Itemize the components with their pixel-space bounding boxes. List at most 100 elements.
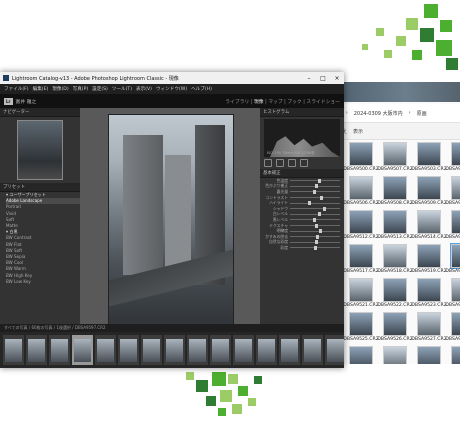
slider-knob[interactable]: [320, 195, 323, 200]
slider-track[interactable]: [290, 245, 340, 250]
menu-help[interactable]: ヘルプ(H): [191, 86, 212, 92]
close-icon[interactable]: ×: [330, 75, 344, 82]
slider-knob[interactable]: [317, 212, 321, 217]
file-item[interactable]: DBSA9512.CR2: [343, 210, 379, 242]
slider-knob[interactable]: [315, 184, 318, 189]
file-item[interactable]: DBSA9521.CR2: [343, 278, 379, 310]
maximize-icon[interactable]: □: [316, 75, 330, 82]
slider-track[interactable]: [290, 178, 340, 183]
slider-track[interactable]: [290, 189, 340, 194]
filmstrip-thumbnail[interactable]: [233, 335, 254, 365]
filmstrip-thumbnail[interactable]: [256, 335, 277, 365]
path-segment[interactable]: 2024-0309 大阪市内: [354, 110, 403, 117]
file-item[interactable]: DBSA9603.CR2: [345, 346, 377, 364]
filmstrip-thumbnail[interactable]: [325, 335, 344, 365]
file-item[interactable]: DBSA9514.CR2: [411, 210, 447, 242]
file-item[interactable]: DBSA9625.CR2: [447, 346, 460, 364]
slider-track[interactable]: [290, 184, 340, 189]
module-slideshow[interactable]: スライドショー: [306, 100, 340, 105]
menu-view[interactable]: 表示(V): [136, 86, 152, 92]
image-view[interactable]: [80, 108, 260, 352]
slider-knob[interactable]: [315, 223, 318, 228]
file-item[interactable]: DBSA9527.CR2: [411, 312, 447, 344]
file-item[interactable]: DBSA9520.CR2: [445, 243, 460, 276]
filmstrip-thumbnail[interactable]: [302, 335, 323, 365]
file-item[interactable]: DBSA9518.CR2: [377, 244, 413, 276]
file-item[interactable]: DBSA9528.CR2: [445, 312, 460, 344]
filmstrip-thumbnail[interactable]: [141, 335, 162, 365]
slider-knob[interactable]: [322, 206, 326, 211]
filmstrip-thumbnail[interactable]: [49, 335, 70, 365]
file-item[interactable]: DBSA9508.CR2: [377, 176, 413, 208]
crop-icon[interactable]: [264, 159, 272, 167]
slider-track[interactable]: [290, 195, 340, 200]
mask-icon[interactable]: [300, 159, 308, 167]
filmstrip-thumbnail[interactable]: [279, 335, 300, 365]
filmstrip-thumbnail[interactable]: [118, 335, 139, 365]
slider-track[interactable]: [290, 229, 340, 234]
basic-header[interactable]: 基本補正: [260, 169, 344, 178]
menu-tools[interactable]: ツール(T): [112, 86, 132, 92]
menu-window[interactable]: ウィンドウ(W): [156, 86, 187, 92]
slider-track[interactable]: [290, 234, 340, 239]
filmstrip-thumbnail[interactable]: [187, 335, 208, 365]
file-item[interactable]: DBSA9517.CR2: [343, 244, 379, 276]
slider-track[interactable]: [290, 240, 340, 245]
module-map[interactable]: マップ: [268, 100, 282, 105]
preset-item[interactable]: BW Low Key: [6, 279, 80, 285]
minimize-icon[interactable]: –: [302, 75, 316, 82]
slider-track[interactable]: [290, 206, 340, 211]
filmstrip-thumbnail[interactable]: [210, 335, 231, 365]
filmstrip-thumbnail[interactable]: [164, 335, 185, 365]
filmstrip-thumbnail[interactable]: [95, 335, 116, 365]
slider-knob[interactable]: [319, 229, 322, 234]
view-button[interactable]: 表示: [353, 128, 363, 135]
heal-icon[interactable]: [276, 159, 284, 167]
menu-settings[interactable]: 設定(S): [92, 86, 108, 92]
menu-edit[interactable]: 編集(E): [33, 86, 49, 92]
file-item[interactable]: DBSA9612.CR2: [379, 346, 411, 364]
slider-track[interactable]: [290, 223, 340, 228]
slider-knob[interactable]: [312, 217, 316, 222]
filmstrip-thumbnail[interactable]: [72, 335, 93, 365]
file-item[interactable]: DBSA9506.CR2: [343, 176, 379, 208]
adjustment-slider[interactable]: 彩度: [264, 245, 340, 251]
slider-knob[interactable]: [316, 234, 319, 239]
file-item[interactable]: DBSA9515.CR2: [445, 210, 460, 242]
slider-knob[interactable]: [317, 178, 321, 183]
navigator-header[interactable]: ナビゲーター: [0, 108, 80, 117]
slider-knob[interactable]: [314, 245, 317, 250]
file-item[interactable]: DBSA9511.CR2: [445, 176, 460, 208]
redeye-icon[interactable]: [288, 159, 296, 167]
file-item[interactable]: DBSA9503.CR2: [411, 142, 447, 174]
file-item[interactable]: DBSA9524.CR2: [445, 278, 460, 310]
filmstrip-thumbnail[interactable]: [3, 335, 24, 365]
menu-photo[interactable]: 写真(P): [73, 86, 89, 92]
main-photo[interactable]: [108, 114, 234, 342]
slider-track[interactable]: [290, 212, 340, 217]
presets-header[interactable]: プリセット: [0, 183, 80, 192]
file-item[interactable]: DBSA9500.CR2: [343, 142, 379, 174]
menu-develop[interactable]: 現像(D): [52, 86, 68, 92]
slider-knob[interactable]: [307, 201, 311, 206]
slider-track[interactable]: [290, 217, 340, 222]
slider-knob[interactable]: [315, 240, 318, 245]
file-item[interactable]: DBSA9519.CR2: [411, 244, 447, 276]
histogram-header[interactable]: ヒストグラム: [260, 108, 344, 117]
module-book[interactable]: ブック: [287, 100, 301, 105]
file-item[interactable]: DBSA9509.CR2: [411, 176, 447, 208]
file-item[interactable]: DBSA9505.CR2: [445, 142, 460, 174]
path-segment[interactable]: 原画: [417, 110, 427, 117]
filmstrip-thumbnail[interactable]: [26, 335, 47, 365]
slider-track[interactable]: [290, 201, 340, 206]
file-item[interactable]: DBSA9523.CR2: [411, 278, 447, 310]
module-library[interactable]: ライブラリ: [225, 100, 249, 105]
file-item[interactable]: DBSA9619.CR2: [413, 346, 445, 364]
file-item[interactable]: DBSA9513.CR2: [377, 210, 413, 242]
file-item[interactable]: DBSA9522.CR2: [377, 278, 413, 310]
file-item[interactable]: DBSA9507.CR2: [377, 142, 413, 174]
module-develop[interactable]: 現像: [254, 100, 264, 105]
file-item[interactable]: DBSA9525.CR2: [343, 312, 379, 344]
menu-file[interactable]: ファイル(F): [4, 86, 29, 92]
slider-knob[interactable]: [312, 189, 316, 194]
